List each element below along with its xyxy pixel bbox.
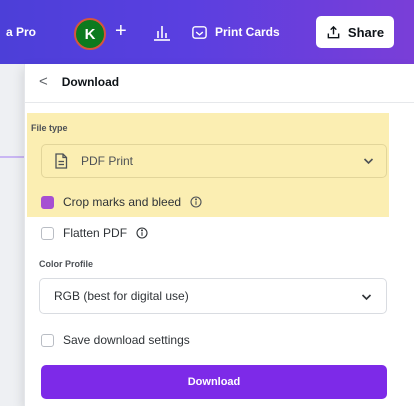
avatar-letter: K — [84, 25, 96, 43]
file-type-select[interactable]: PDF Print — [41, 144, 387, 178]
crop-marks-label: Crop marks and bleed — [63, 195, 182, 209]
document-icon — [55, 153, 68, 169]
bar-chart-icon[interactable] — [152, 22, 172, 42]
flatten-pdf-option[interactable]: Flatten PDF — [41, 226, 148, 240]
color-profile-value: RGB (best for digital use) — [54, 289, 189, 303]
editor-background-strip — [0, 64, 24, 406]
download-button-label: Download — [187, 376, 241, 388]
file-type-value: PDF Print — [81, 154, 134, 168]
save-settings-label: Save download settings — [63, 333, 190, 347]
info-circle-icon[interactable] — [136, 227, 148, 239]
print-cards-label: Print Cards — [215, 25, 280, 39]
download-panel: < Download File type PDF Print Crop mark… — [24, 64, 414, 406]
editor-tab-indicator — [0, 156, 24, 158]
color-profile-label: Color Profile — [39, 259, 94, 269]
flatten-pdf-checkbox[interactable] — [41, 226, 54, 240]
back-button[interactable]: < — [39, 74, 48, 89]
flatten-pdf-label: Flatten PDF — [63, 226, 128, 240]
editor-top-bar: a Pro K + Print Cards Share — [0, 0, 414, 64]
download-button[interactable]: Download — [41, 365, 387, 399]
printer-icon — [192, 25, 207, 39]
print-cards-button[interactable]: Print Cards — [191, 19, 280, 45]
panel-header: < Download — [39, 74, 120, 89]
save-settings-option[interactable]: Save download settings — [41, 333, 190, 347]
info-circle-icon[interactable] — [190, 196, 202, 208]
crop-marks-checkbox[interactable] — [41, 195, 54, 209]
add-collaborator-button[interactable]: + — [115, 19, 127, 43]
panel-title: Download — [61, 75, 120, 89]
header-divider — [25, 102, 414, 103]
share-upload-icon — [327, 25, 340, 38]
save-settings-checkbox[interactable] — [41, 333, 54, 347]
share-label: Share — [347, 24, 385, 40]
user-avatar[interactable]: K — [74, 18, 106, 50]
pro-label[interactable]: a Pro — [6, 25, 36, 39]
chevron-down-icon — [361, 294, 372, 301]
share-button[interactable]: Share — [316, 16, 394, 48]
color-profile-select[interactable]: RGB (best for digital use) — [39, 278, 387, 314]
crop-marks-option[interactable]: Crop marks and bleed — [41, 195, 202, 209]
chevron-down-icon — [363, 158, 374, 165]
file-type-label: File type — [31, 123, 68, 133]
